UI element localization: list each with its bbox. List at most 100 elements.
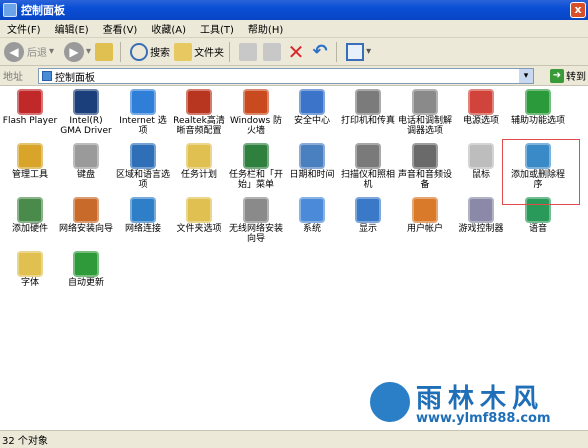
control-panel-item[interactable]: 字体 [2, 251, 58, 288]
item-label: 系统 [302, 224, 321, 234]
menu-edit[interactable]: 编辑(E) [48, 21, 96, 36]
control-panel-item[interactable]: Internet 选项 [115, 89, 171, 136]
item-label: 电源选项 [462, 116, 499, 126]
control-panel-item[interactable]: 键盘 [58, 143, 114, 180]
menu-file[interactable]: 文件(F) [0, 21, 48, 36]
control-panel-icon [3, 3, 17, 17]
control-panel-item[interactable]: 电源选项 [453, 89, 509, 126]
item-label: 语音 [528, 224, 547, 234]
views-button[interactable]: ▾ [346, 42, 371, 61]
admin-tools-icon [17, 143, 43, 169]
control-panel-item[interactable]: 管理工具 [2, 143, 58, 180]
close-button[interactable]: x [570, 2, 586, 18]
item-label: 游戏控制器 [458, 224, 504, 234]
folders-button[interactable]: 文件夹 [174, 42, 225, 61]
go-arrow-icon: ➜ [550, 68, 564, 83]
control-panel-item[interactable]: 电话和调制解调器选项 [397, 89, 453, 136]
item-label: 区域和语言选项 [115, 170, 170, 190]
control-panel-item[interactable]: 用户帐户 [397, 197, 453, 234]
copy-to-icon [263, 42, 282, 61]
control-panel-item[interactable]: Windows 防火墙 [228, 89, 284, 136]
back-button[interactable]: ◀ 后退 ▾ [4, 41, 54, 62]
address-label: 地址 [3, 72, 23, 83]
control-panel-item[interactable]: 显示 [340, 197, 396, 234]
control-panel-item[interactable]: 网络连接 [115, 197, 171, 234]
power-options-icon [468, 89, 494, 115]
item-label: Internet 选项 [119, 116, 167, 136]
control-panel-item[interactable]: 扫描仪和照相机 [340, 143, 396, 190]
address-dropdown-icon[interactable]: ▾ [519, 69, 533, 83]
flash-player-icon [17, 89, 43, 115]
back-dropdown-icon[interactable]: ▾ [49, 46, 54, 57]
address-field[interactable]: 控制面板 ▾ [38, 68, 534, 84]
delete-button[interactable]: ✕ [287, 42, 307, 62]
item-label: 打印机和传真 [340, 116, 395, 126]
control-panel-item[interactable]: 文件夹选项 [171, 197, 227, 234]
realtek-audio-icon [186, 89, 212, 115]
menu-help[interactable]: 帮助(H) [241, 21, 290, 36]
folders-label: 文件夹 [194, 48, 225, 59]
keyboard-icon [73, 143, 99, 169]
accessibility-icon [525, 89, 551, 115]
window-title: 控制面板 [21, 4, 65, 17]
move-to-button[interactable] [239, 42, 259, 61]
phone-modem-icon [412, 89, 438, 115]
control-panel-item[interactable]: 区域和语言选项 [115, 143, 171, 190]
menu-tools[interactable]: 工具(T) [193, 21, 241, 36]
undo-icon: ↶ [312, 40, 328, 62]
selection-highlight [502, 139, 580, 205]
item-label: 用户帐户 [406, 224, 443, 234]
control-panel-item[interactable]: 打印机和传真 [340, 89, 396, 126]
item-label: 添加硬件 [11, 224, 48, 234]
undo-button[interactable]: ↶ [311, 40, 331, 62]
control-panel-item[interactable]: Realtek高清晰音频配置 [171, 89, 227, 136]
folders-icon [174, 42, 193, 61]
toolbar: ◀ 后退 ▾ ▶ ▾ 搜索 文件夹 ✕ ↶ ▾ [0, 38, 588, 66]
search-icon [130, 42, 149, 61]
forward-dropdown-icon[interactable]: ▾ [86, 46, 91, 57]
up-button[interactable] [95, 42, 115, 61]
control-panel-item[interactable]: 声音和音频设备 [397, 143, 453, 190]
watermark-url: www.ylmf888.com [416, 411, 551, 426]
control-panel-item[interactable]: 系统 [284, 197, 340, 234]
menu-favorites[interactable]: 收藏(A) [144, 21, 193, 36]
firewall-icon [243, 89, 269, 115]
game-controllers-icon [468, 197, 494, 223]
control-panel-item[interactable]: Flash Player [2, 89, 58, 126]
toolbar-separator [336, 41, 338, 62]
menu-bar: 文件(F) 编辑(E) 查看(V) 收藏(A) 工具(T) 帮助(H) [0, 20, 588, 38]
toolbar-separator [229, 41, 231, 62]
control-panel-item[interactable]: 添加硬件 [2, 197, 58, 234]
fonts-icon [17, 251, 43, 277]
go-button[interactable]: ➜ 转到 [550, 68, 586, 83]
search-button[interactable]: 搜索 [130, 42, 170, 61]
date-time-icon [299, 143, 325, 169]
menu-view[interactable]: 查看(V) [96, 21, 145, 36]
watermark-title: 雨林木风 [416, 384, 545, 414]
control-panel-item[interactable]: 自动更新 [58, 251, 114, 288]
control-panel-item[interactable]: 安全中心 [284, 89, 340, 126]
control-panel-item[interactable]: 游戏控制器 [453, 197, 509, 234]
copy-to-button[interactable] [263, 42, 283, 61]
control-panel-item[interactable]: Intel(R) GMA Driver [58, 89, 114, 136]
item-label: 扫描仪和照相机 [340, 170, 395, 190]
mouse-icon [468, 143, 494, 169]
control-panel-item[interactable]: 网络安装向导 [58, 197, 114, 234]
status-text: 32 个对象 [2, 436, 48, 447]
printer-icon [355, 89, 381, 115]
control-panel-item[interactable]: 任务计划 [171, 143, 227, 180]
control-panel-item[interactable]: 无线网络安装向导 [228, 197, 284, 244]
title-bar: 控制面板 x [0, 0, 588, 20]
item-label: 无线网络安装向导 [228, 224, 283, 244]
control-panel-item[interactable]: 鼠标 [453, 143, 509, 180]
control-panel-item[interactable]: 辅助功能选项 [510, 89, 566, 126]
item-label: 管理工具 [11, 170, 48, 180]
item-label: Realtek高清晰音频配置 [173, 116, 225, 136]
control-panel-item[interactable]: 日期和时间 [284, 143, 340, 180]
control-panel-item[interactable]: 任务栏和「开始」菜单 [228, 143, 284, 190]
forward-button[interactable]: ▶ ▾ [58, 41, 91, 62]
wireless-setup-icon [243, 197, 269, 223]
item-label: 声音和音频设备 [397, 170, 452, 190]
status-bar: 32 个对象 [0, 430, 588, 448]
item-label: 日期和时间 [289, 170, 335, 180]
